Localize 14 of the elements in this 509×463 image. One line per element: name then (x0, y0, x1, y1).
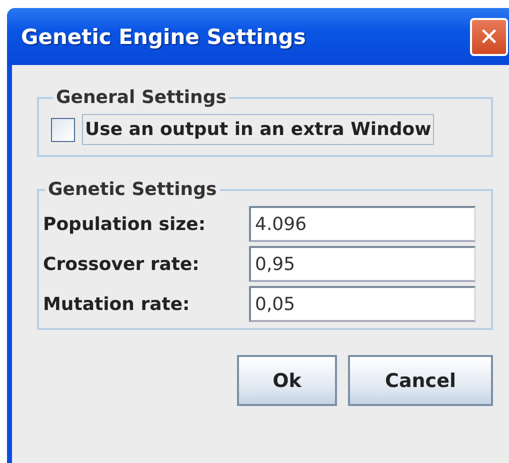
checkbox[interactable] (51, 118, 75, 142)
ok-button[interactable]: Ok (237, 355, 337, 406)
field-label: Mutation rate: (43, 294, 191, 314)
field-label: Population size: (43, 214, 207, 234)
group-legend: General Settings (53, 87, 230, 108)
window-title: Genetic Engine Settings (21, 24, 306, 48)
close-button[interactable]: ✕ (470, 18, 508, 56)
input-field[interactable]: 4.096 (249, 206, 476, 242)
field-label: Crossover rate: (43, 254, 200, 274)
cancel-button[interactable]: Cancel (348, 355, 493, 406)
group-legend: Genetic Settings (45, 179, 220, 200)
input-field[interactable]: 0,95 (249, 246, 476, 282)
input-field[interactable]: 0,05 (249, 286, 476, 322)
checkbox-label[interactable]: Use an output in an extra Window (82, 114, 434, 145)
